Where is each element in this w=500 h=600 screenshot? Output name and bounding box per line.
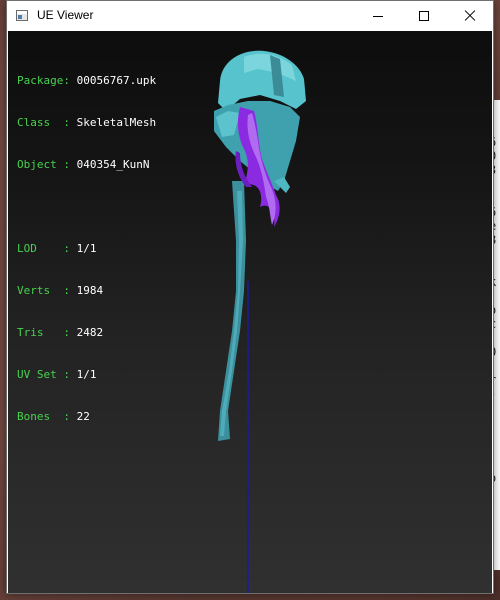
maximize-button[interactable] [401, 1, 447, 31]
3d-viewport[interactable]: Package: 00056767.upk Class : SkeletalMe… [8, 31, 492, 593]
info-value: 2482 [76, 326, 104, 339]
maximize-icon [419, 11, 429, 21]
info-row: Package: 00056767.upk [17, 74, 156, 88]
info-value: 040354_KunN [76, 158, 150, 171]
info-value: 1984 [76, 284, 104, 297]
mesh-info-panel: Package: 00056767.upk Class : SkeletalMe… [17, 46, 156, 452]
info-value: 22 [76, 410, 90, 423]
app-window-icon [16, 10, 28, 21]
minimize-button[interactable] [355, 1, 401, 31]
info-row: Verts : 1984 [17, 284, 156, 298]
info-row: Class : SkeletalMesh [17, 116, 156, 130]
info-label: Verts : [17, 284, 77, 297]
info-label: Bones : [17, 410, 77, 423]
title-bar[interactable]: UE Viewer [7, 1, 493, 31]
close-icon [464, 10, 476, 22]
window-title: UE Viewer [37, 8, 94, 22]
info-value: 1/1 [76, 242, 97, 255]
info-row: Tris : 2482 [17, 326, 156, 340]
info-label: UV Set : [17, 368, 77, 381]
info-value: 00056767.upk [76, 74, 157, 87]
info-label: LOD : [17, 242, 77, 255]
ue-viewer-window: UE Viewer Package: 00056767.upk Class: … [6, 0, 494, 594]
minimize-icon [373, 16, 383, 17]
info-label: Package: [17, 74, 77, 87]
info-label: Object : [17, 158, 77, 171]
info-value: SkeletalMesh [76, 116, 157, 129]
info-label: Tris : [17, 326, 77, 339]
info-row: UV Set : 1/1 [17, 368, 156, 382]
info-row: Object : 040354_KunN [17, 158, 156, 172]
close-button[interactable] [447, 1, 493, 31]
info-row: LOD : 1/1 [17, 242, 156, 256]
info-value: 1/1 [76, 368, 97, 381]
info-row: Bones : 22 [17, 410, 156, 424]
info-label: Class : [17, 116, 77, 129]
